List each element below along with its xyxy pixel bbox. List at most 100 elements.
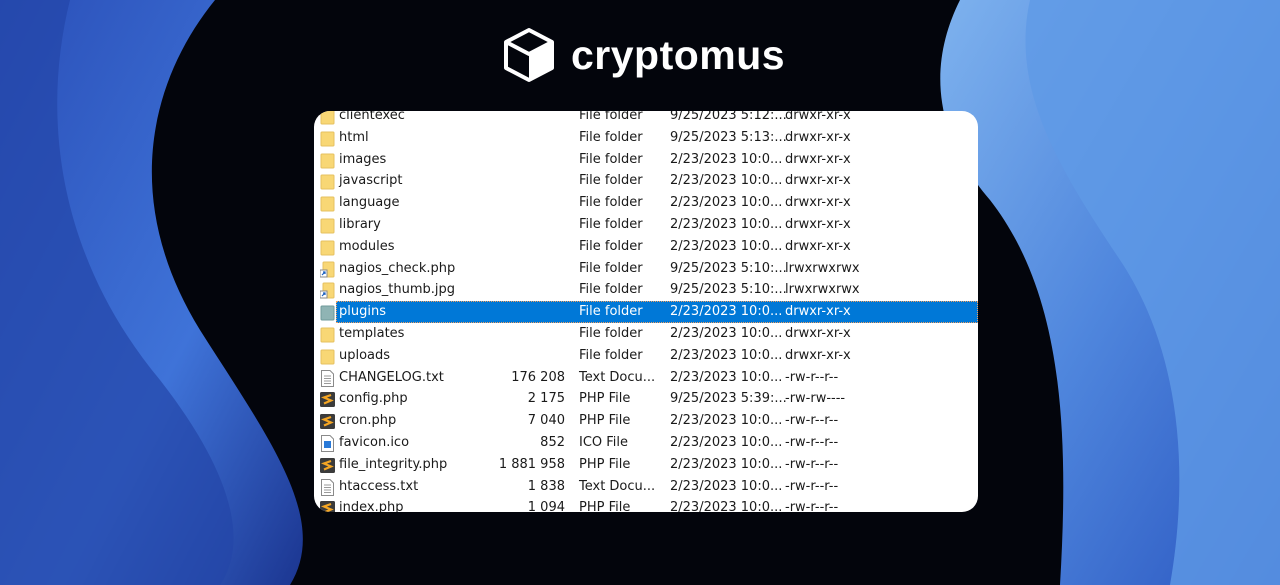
file-type: File folder [579, 111, 643, 123]
file-size: 1 838 [527, 478, 565, 494]
folder-icon [320, 173, 335, 190]
file-permissions: -rw-rw---- [785, 391, 846, 407]
file-permissions: -rw-r--r-- [785, 456, 839, 472]
file-permissions: -rw-r--r-- [785, 435, 839, 450]
file-permissions: -rw-r--r-- [785, 500, 839, 512]
file-name: file_integrity.php [339, 456, 448, 472]
file-modified: 9/25/2023 5:13:... [670, 129, 787, 145]
file-name: index.php [339, 500, 404, 512]
file-row[interactable]: index.php 1 094 PHP File 2/23/2023 10:0... -… [314, 497, 978, 512]
php-file-icon [320, 391, 335, 408]
file-row[interactable]: clientexec File folder 9/25/2023 5:12:... d… [314, 111, 978, 127]
file-row[interactable]: htaccess.txt 1 838 Text Docu... 2/23/2023 1… [314, 476, 978, 498]
file-row[interactable]: favicon.ico 852 ICO File 2/23/2023 10:0... -… [314, 432, 978, 454]
file-modified: 2/23/2023 10:0... [670, 413, 783, 429]
file-name: language [339, 195, 400, 211]
file-permissions: drwxr-xr-x [785, 195, 851, 211]
file-modified: 2/23/2023 10:0... [670, 478, 783, 494]
file-type: File folder [579, 347, 643, 363]
file-permissions: drwxr-xr-x [785, 347, 851, 363]
file-row[interactable]: html File folder 9/25/2023 5:13:... drwxr-x… [314, 127, 978, 149]
file-type: PHP File [579, 500, 631, 512]
file-type: File folder [579, 304, 643, 320]
file-type: File folder [579, 129, 643, 145]
file-row[interactable]: images File folder 2/23/2023 10:0... drwxr-… [314, 149, 978, 171]
file-row[interactable]: plugins File folder 2/23/2023 10:0... drwxr… [314, 301, 978, 323]
file-row[interactable]: config.php 2 175 PHP File 9/25/2023 5:39:..… [314, 388, 978, 410]
file-permissions: -rw-r--r-- [785, 369, 839, 385]
file-row[interactable]: nagios_check.php File folder 9/25/2023 5:1… [314, 258, 978, 280]
file-row[interactable]: library File folder 2/23/2023 10:0... drwxr… [314, 214, 978, 236]
selection-highlight [336, 301, 978, 323]
file-row[interactable]: uploads File folder 2/23/2023 10:0... drwxr… [314, 345, 978, 367]
file-name: plugins [339, 304, 386, 320]
file-name: cron.php [339, 413, 397, 429]
file-type: File folder [579, 173, 643, 189]
file-modified: 2/23/2023 10:0... [670, 326, 783, 341]
file-modified: 2/23/2023 10:0... [670, 369, 783, 385]
file-modified: 2/23/2023 10:0... [670, 151, 783, 167]
file-row[interactable]: language File folder 2/23/2023 10:0... drwx… [314, 192, 978, 214]
folder-icon [320, 152, 335, 169]
file-name: clientexec [339, 111, 405, 123]
file-name: javascript [339, 173, 403, 189]
file-row[interactable]: javascript File folder 2/23/2023 10:0... dr… [314, 170, 978, 192]
file-permissions: lrwxrwxrwx [785, 260, 860, 276]
folder-shortcut-icon [319, 282, 335, 299]
file-size: 7 040 [527, 413, 565, 429]
file-permissions: drwxr-xr-x [785, 217, 851, 232]
folder-icon [320, 130, 335, 147]
file-name: uploads [339, 347, 391, 363]
file-modified: 2/23/2023 10:0... [670, 217, 783, 232]
file-type: File folder [579, 151, 643, 167]
file-name: favicon.ico [339, 435, 410, 450]
file-modified: 2/23/2023 10:0... [670, 173, 783, 189]
file-permissions: drwxr-xr-x [785, 111, 851, 123]
file-modified: 2/23/2023 10:0... [670, 435, 783, 450]
file-type: PHP File [579, 456, 631, 472]
file-name: htaccess.txt [339, 478, 419, 494]
file-type: File folder [579, 326, 643, 341]
php-file-icon [320, 457, 335, 474]
file-row[interactable]: modules File folder 2/23/2023 10:0... drwxr… [314, 236, 978, 258]
file-name: nagios_thumb.jpg [339, 282, 456, 298]
brand-name: cryptomus [571, 31, 786, 78]
file-modified: 2/23/2023 10:0... [670, 500, 783, 512]
file-type: File folder [579, 282, 643, 298]
file-type: File folder [579, 260, 643, 276]
file-modified: 2/23/2023 10:0... [670, 304, 783, 320]
file-modified: 9/25/2023 5:39:... [670, 391, 787, 407]
folder-icon [320, 111, 335, 125]
file-permissions: -rw-r--r-- [785, 478, 839, 494]
file-modified: 2/23/2023 10:0... [670, 238, 783, 254]
folder-icon [320, 304, 335, 321]
folder-icon [320, 348, 335, 365]
file-row[interactable]: cron.php 7 040 PHP File 2/23/2023 10:0... -r… [314, 410, 978, 432]
file-type: PHP File [579, 391, 631, 407]
file-type: File folder [579, 195, 643, 211]
file-size: 2 175 [527, 391, 565, 407]
file-modified: 9/25/2023 5:10:... [670, 282, 787, 298]
file-permissions: drwxr-xr-x [785, 238, 851, 254]
folder-icon [320, 217, 335, 234]
file-permissions: drwxr-xr-x [785, 304, 851, 320]
file-permissions: -rw-r--r-- [785, 413, 839, 429]
file-name: images [339, 151, 387, 167]
file-modified: 2/23/2023 10:0... [670, 347, 783, 363]
file-permissions: drwxr-xr-x [785, 129, 851, 145]
file-row[interactable]: templates File folder 2/23/2023 10:0... drw… [314, 323, 978, 345]
file-size: 1 881 958 [498, 456, 565, 472]
text-file-icon [320, 478, 335, 496]
file-name: modules [339, 238, 395, 254]
file-row[interactable]: file_integrity.php 1 881 958 PHP File 2/23/… [314, 454, 978, 476]
cryptomus-logo: cryptomus [503, 26, 785, 84]
file-type: PHP File [579, 413, 631, 429]
file-permissions: drwxr-xr-x [785, 173, 851, 189]
folder-icon [320, 326, 335, 343]
file-size: 1 094 [527, 500, 565, 512]
file-size: 176 208 [511, 369, 565, 385]
folder-icon [320, 195, 335, 212]
file-list-panel: clientexec File folder 9/25/2023 5:12:... d… [314, 111, 978, 512]
file-row[interactable]: CHANGELOG.txt 176 208 Text Docu... 2/23/202… [314, 367, 978, 389]
file-row[interactable]: nagios_thumb.jpg File folder 9/25/2023 5:1… [314, 279, 978, 301]
